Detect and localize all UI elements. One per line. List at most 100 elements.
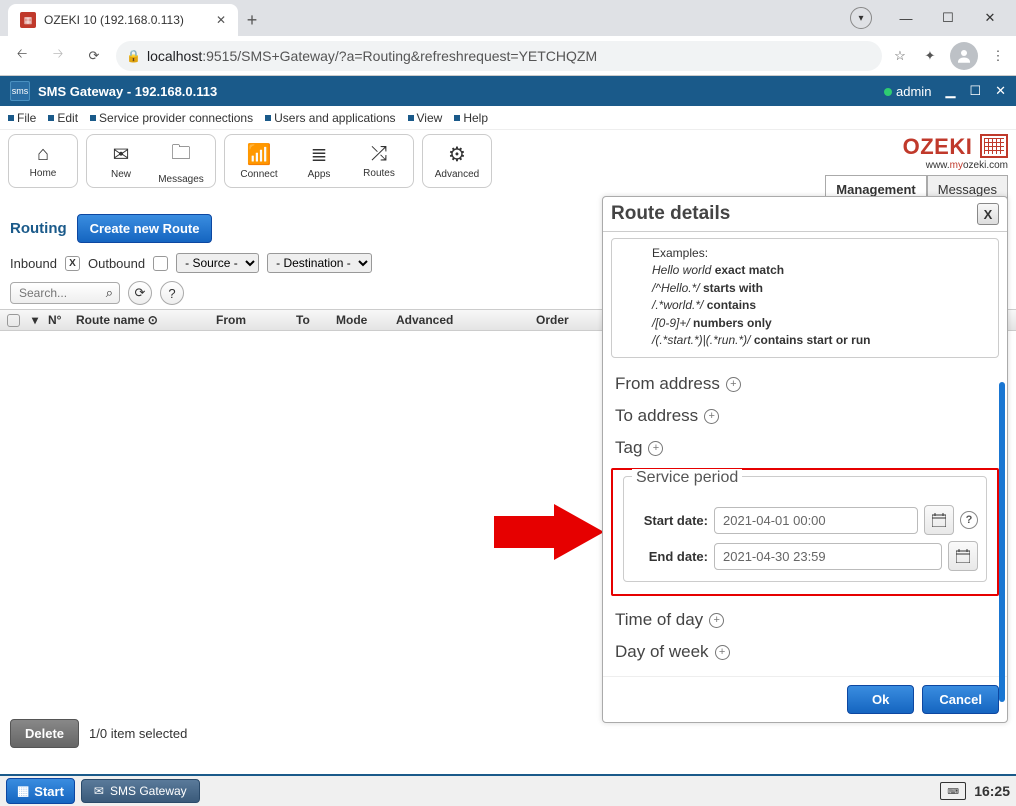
tab-favicon: ▦ bbox=[20, 12, 36, 28]
create-route-button[interactable]: Create new Route bbox=[77, 214, 213, 243]
help-icon[interactable]: ? bbox=[960, 511, 978, 529]
menu-view[interactable]: View bbox=[408, 111, 443, 125]
plus-icon: + bbox=[704, 409, 719, 424]
browser-reload-button[interactable]: ⟳ bbox=[80, 42, 108, 70]
scrollbar[interactable] bbox=[999, 382, 1005, 702]
star-icon[interactable]: ☆ bbox=[890, 46, 910, 66]
antenna-icon: 📶 bbox=[247, 142, 272, 167]
keyboard-icon[interactable]: ⌨ bbox=[940, 782, 966, 800]
app-minimize-icon[interactable]: ▁ bbox=[945, 83, 955, 99]
toolbar: ⌂Home ✉New 🗀Messages 📶Connect ≣Apps ⤮Rou… bbox=[8, 134, 492, 188]
end-date-input[interactable] bbox=[714, 543, 942, 570]
service-period-fieldset: Service period Start date: ? End date: bbox=[623, 476, 987, 582]
end-date-label: End date: bbox=[632, 549, 708, 564]
toolbar-apps[interactable]: ≣Apps bbox=[289, 139, 349, 183]
outbound-label: Outbound bbox=[88, 256, 145, 271]
outbound-checkbox[interactable] bbox=[153, 256, 168, 271]
selection-status: 1/0 item selected bbox=[89, 726, 187, 741]
callout-arrow-icon bbox=[494, 504, 604, 560]
section-to-address[interactable]: To address+ bbox=[611, 400, 999, 432]
taskbar: ▦Start ✉SMS Gateway ⌨ 16:25 bbox=[0, 774, 1016, 806]
plus-icon: + bbox=[726, 377, 741, 392]
section-time-of-day[interactable]: Time of day+ bbox=[611, 604, 999, 636]
section-from-address[interactable]: From address+ bbox=[611, 368, 999, 400]
refresh-button[interactable]: ⟳ bbox=[128, 281, 152, 305]
calendar-button[interactable] bbox=[948, 541, 978, 571]
clock: 16:25 bbox=[974, 783, 1010, 799]
col-from[interactable]: From bbox=[210, 313, 290, 327]
window-close-icon[interactable]: ✕ bbox=[970, 4, 1010, 32]
col-to[interactable]: To bbox=[290, 313, 330, 327]
start-button[interactable]: ▦Start bbox=[6, 778, 75, 804]
col-name[interactable]: Route name⊙ bbox=[70, 313, 210, 327]
panel-title: Route details bbox=[611, 203, 730, 225]
routes-icon: ⤮ bbox=[371, 143, 387, 166]
gear-icon: ⚙ bbox=[448, 142, 466, 167]
menu-help[interactable]: Help bbox=[454, 111, 488, 125]
taskbar-app-button[interactable]: ✉SMS Gateway bbox=[81, 779, 200, 803]
inbound-checkbox[interactable]: X bbox=[65, 256, 80, 271]
extensions-icon[interactable]: ✦ bbox=[920, 46, 940, 66]
app-icon: sms bbox=[10, 81, 30, 101]
profile-avatar-icon[interactable] bbox=[950, 42, 978, 70]
toolbar-home[interactable]: ⌂Home bbox=[13, 139, 73, 183]
plus-icon: + bbox=[715, 645, 730, 660]
cancel-button[interactable]: Cancel bbox=[922, 685, 999, 714]
col-no[interactable]: N° bbox=[42, 313, 70, 327]
toolbar-messages[interactable]: 🗀Messages bbox=[151, 139, 211, 183]
new-tab-button[interactable]: + bbox=[238, 6, 266, 34]
app-title: SMS Gateway - 192.168.0.113 bbox=[38, 84, 217, 99]
grid-icon: ▦ bbox=[17, 783, 29, 799]
lock-icon: 🔒 bbox=[126, 49, 141, 63]
toolbar-new[interactable]: ✉New bbox=[91, 139, 151, 183]
menu-edit[interactable]: Edit bbox=[48, 111, 78, 125]
browser-tab[interactable]: ▦ OZEKI 10 (192.168.0.113) ✕ bbox=[8, 4, 238, 36]
ok-button[interactable]: Ok bbox=[847, 685, 914, 714]
app-title-bar: sms SMS Gateway - 192.168.0.113 admin ▁ … bbox=[0, 76, 1016, 106]
search-box[interactable]: ⌕ bbox=[10, 282, 120, 304]
section-day-of-week[interactable]: Day of week+ bbox=[611, 636, 999, 668]
window-maximize-icon[interactable]: ☐ bbox=[928, 4, 968, 32]
destination-select[interactable]: - Destination - bbox=[267, 253, 372, 273]
delete-button[interactable]: Delete bbox=[10, 719, 79, 748]
dropdown-icon: ⊙ bbox=[148, 313, 158, 327]
home-icon: ⌂ bbox=[37, 143, 49, 166]
search-icon[interactable]: ⌕ bbox=[106, 285, 113, 301]
toolbar-routes[interactable]: ⤮Routes bbox=[349, 139, 409, 183]
plus-icon: + bbox=[709, 613, 724, 628]
menu-file[interactable]: File bbox=[8, 111, 36, 125]
inbound-label: Inbound bbox=[10, 256, 57, 271]
service-period-highlight: Service period Start date: ? End date: bbox=[611, 468, 999, 596]
help-button[interactable]: ? bbox=[160, 281, 184, 305]
calendar-button[interactable] bbox=[924, 505, 954, 535]
app-close-icon[interactable]: ✕ bbox=[995, 83, 1006, 99]
user-status[interactable]: admin bbox=[884, 84, 931, 99]
source-select[interactable]: - Source - bbox=[176, 253, 259, 273]
app-maximize-icon[interactable]: ☐ bbox=[969, 83, 981, 99]
section-tag[interactable]: Tag+ bbox=[611, 432, 999, 464]
url-text: localhost:9515/SMS+Gateway/?a=Routing&re… bbox=[147, 48, 597, 64]
browser-menu-icon[interactable]: ⋮ bbox=[988, 46, 1008, 66]
window-minimize-icon[interactable]: — bbox=[886, 4, 926, 32]
select-all-checkbox[interactable] bbox=[7, 314, 20, 327]
col-order[interactable]: Order bbox=[530, 313, 600, 327]
start-date-input[interactable] bbox=[714, 507, 918, 534]
logo-grid-icon bbox=[980, 134, 1008, 158]
panel-close-button[interactable]: X bbox=[977, 203, 999, 225]
sort-arrow-icon[interactable]: ▾ bbox=[26, 313, 42, 327]
account-dropdown-icon[interactable]: ▾ bbox=[850, 7, 872, 29]
browser-back-button[interactable]: 🡠 bbox=[8, 42, 36, 70]
logo: OZEKI www.myozeki.com Management Message… bbox=[825, 134, 1008, 204]
new-icon: ✉ bbox=[113, 142, 130, 167]
search-input[interactable] bbox=[17, 285, 87, 301]
examples-box: Examples: Hello world exact match /^Hell… bbox=[611, 238, 999, 358]
tab-close-icon[interactable]: ✕ bbox=[216, 13, 226, 27]
address-bar[interactable]: 🔒 localhost:9515/SMS+Gateway/?a=Routing&… bbox=[116, 41, 882, 71]
toolbar-advanced[interactable]: ⚙Advanced bbox=[427, 139, 487, 183]
menu-service-providers[interactable]: Service provider connections bbox=[90, 111, 253, 125]
toolbar-connect[interactable]: 📶Connect bbox=[229, 139, 289, 183]
col-mode[interactable]: Mode bbox=[330, 313, 390, 327]
database-icon: ≣ bbox=[311, 142, 328, 167]
menu-users-apps[interactable]: Users and applications bbox=[265, 111, 395, 125]
col-advanced[interactable]: Advanced bbox=[390, 313, 530, 327]
